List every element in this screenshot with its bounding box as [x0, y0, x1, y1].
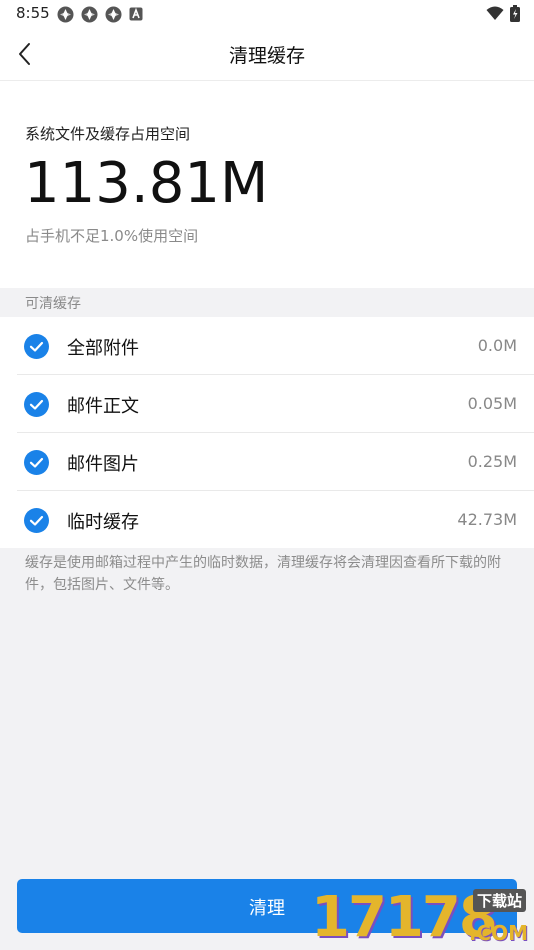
list-item-label: 全部附件 [67, 338, 139, 359]
page-title: 清理缓存 [228, 45, 305, 67]
list-item-temp-cache[interactable]: 临时缓存 42.73M [17, 491, 534, 549]
status-bar: 8:55 [0, 0, 534, 28]
navigation-bar: 清理缓存 [0, 28, 534, 81]
section-header: 可清缓存 [0, 288, 534, 317]
list-item-size: 0.05M [467, 394, 517, 413]
checked-checkbox-icon[interactable] [24, 334, 49, 359]
notification-icons [57, 6, 146, 23]
app-notification-icon [105, 6, 122, 23]
battery-icon [510, 5, 520, 26]
list-item-label: 邮件图片 [67, 454, 139, 475]
checked-checkbox-icon[interactable] [24, 392, 49, 417]
total-cache-size: 113.81M [24, 151, 269, 216]
wifi-icon [486, 6, 504, 25]
app-notification-icon [81, 6, 98, 23]
watermark-site: 下载站 [472, 889, 526, 912]
list-item-size: 0.25M [467, 452, 517, 471]
usage-note: 占手机不足1.0%使用空间 [25, 227, 199, 245]
checked-checkbox-icon[interactable] [24, 450, 49, 475]
cache-description: 缓存是使用邮箱过程中产生的临时数据，清理缓存将会清理因查看所下载的附件，包括图片… [25, 555, 501, 593]
list-item-size: 42.73M [457, 510, 517, 529]
summary-label: 系统文件及缓存占用空间 [25, 125, 191, 143]
app-a-icon [129, 6, 146, 23]
system-status-icons [486, 5, 520, 26]
cache-list: 全部附件 0.0M 邮件正文 0.05M 邮件图片 0.25M 临时缓存 42.… [0, 317, 534, 548]
list-item-mail-body[interactable]: 邮件正文 0.05M [17, 375, 534, 433]
app-notification-icon [57, 6, 74, 23]
watermark-logo: 17178 下载站 .COM [305, 885, 534, 950]
list-item-label: 邮件正文 [67, 396, 139, 417]
section-header-label: 可清缓存 [25, 296, 81, 312]
storage-summary: 系统文件及缓存占用空间 113.81M 占手机不足1.0%使用空间 [0, 81, 534, 288]
watermark-domain: .COM [468, 921, 528, 945]
checked-checkbox-icon[interactable] [24, 508, 49, 533]
status-time: 8:55 [16, 4, 50, 22]
list-item-label: 临时缓存 [67, 512, 139, 533]
list-item-size: 0.0M [477, 336, 517, 355]
list-item-all-attachments[interactable]: 全部附件 0.0M [17, 317, 534, 375]
list-item-mail-images[interactable]: 邮件图片 0.25M [17, 433, 534, 491]
